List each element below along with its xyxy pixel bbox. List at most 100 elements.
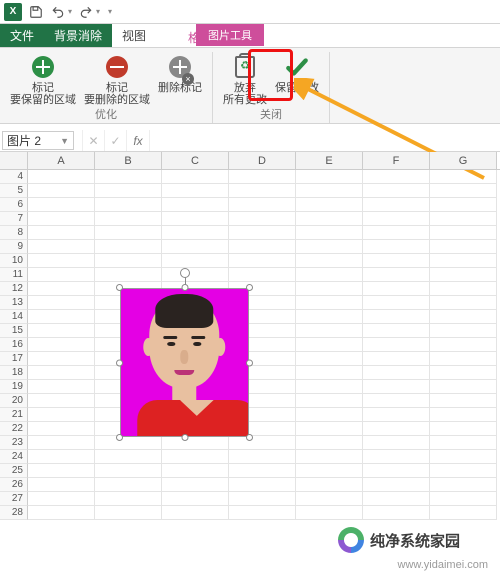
cell[interactable] [430,394,497,408]
cell[interactable] [229,506,296,520]
redo-dropdown-icon[interactable]: ▾ [96,7,100,16]
resize-handle-l[interactable] [116,359,123,366]
cell[interactable] [363,268,430,282]
cell[interactable] [363,282,430,296]
cell[interactable] [430,324,497,338]
cell[interactable] [28,198,95,212]
name-box[interactable]: 图片 2 ▼ [2,131,74,150]
cell[interactable] [363,296,430,310]
tab-format[interactable]: 格式 [178,26,222,46]
cell[interactable] [162,478,229,492]
fx-label[interactable]: fx [126,130,150,151]
undo-icon[interactable] [50,4,66,20]
cell[interactable] [296,310,363,324]
cell[interactable] [28,408,95,422]
cell[interactable] [296,254,363,268]
cell[interactable] [229,450,296,464]
row-header[interactable]: 16 [0,338,28,352]
cell[interactable] [28,380,95,394]
cell[interactable] [430,338,497,352]
cell[interactable] [296,352,363,366]
cell[interactable] [28,492,95,506]
cell[interactable] [162,184,229,198]
cell[interactable] [162,492,229,506]
cell[interactable] [430,492,497,506]
resize-handle-tl[interactable] [116,284,123,291]
cell[interactable] [363,408,430,422]
cell[interactable] [28,282,95,296]
cell[interactable] [296,408,363,422]
rotate-handle[interactable] [180,268,190,278]
cell[interactable] [430,184,497,198]
cell[interactable] [28,240,95,254]
cell[interactable] [430,170,497,184]
cell[interactable] [162,198,229,212]
select-all-corner[interactable] [0,152,28,169]
cell[interactable] [28,422,95,436]
cell[interactable] [296,184,363,198]
cell[interactable] [296,422,363,436]
cell[interactable] [28,254,95,268]
cell[interactable] [28,226,95,240]
discard-changes-button[interactable]: 放弃 所有更改 [219,52,271,106]
cell[interactable] [229,478,296,492]
cell[interactable] [363,366,430,380]
mark-remove-button[interactable]: 标记 要删除的区域 [80,52,154,106]
cell[interactable] [28,268,95,282]
cell[interactable] [95,240,162,254]
cell[interactable] [430,296,497,310]
cell[interactable] [95,478,162,492]
cell[interactable] [363,170,430,184]
cell[interactable] [363,240,430,254]
col-header-B[interactable]: B [95,152,162,169]
cell[interactable] [95,198,162,212]
cell[interactable] [162,506,229,520]
cell[interactable] [363,380,430,394]
col-header-E[interactable]: E [296,152,363,169]
cell[interactable] [296,394,363,408]
cell[interactable] [296,478,363,492]
cell[interactable] [28,366,95,380]
cell[interactable] [28,506,95,520]
cell[interactable] [430,450,497,464]
cell[interactable] [28,464,95,478]
col-header-A[interactable]: A [28,152,95,169]
cell[interactable] [28,352,95,366]
cell[interactable] [229,226,296,240]
cell[interactable] [363,352,430,366]
row-header[interactable]: 20 [0,394,28,408]
cell[interactable] [28,170,95,184]
row-header[interactable]: 23 [0,436,28,450]
cell[interactable] [363,184,430,198]
cell[interactable] [296,268,363,282]
cell[interactable] [296,436,363,450]
cell[interactable] [363,422,430,436]
cell[interactable] [296,240,363,254]
cell[interactable] [229,492,296,506]
row-header[interactable]: 21 [0,408,28,422]
worksheet-grid[interactable]: ABCDEFG 45678910111213141516171819202122… [0,152,500,520]
cell[interactable] [229,240,296,254]
cell[interactable] [229,198,296,212]
row-header[interactable]: 9 [0,240,28,254]
cell[interactable] [430,422,497,436]
cell[interactable] [430,380,497,394]
cell[interactable] [162,464,229,478]
cell[interactable] [296,464,363,478]
cell[interactable] [363,226,430,240]
cell[interactable] [95,506,162,520]
redo-icon[interactable] [78,4,94,20]
cell[interactable] [95,170,162,184]
cell[interactable] [363,212,430,226]
cell[interactable] [162,212,229,226]
cell[interactable] [296,296,363,310]
cell[interactable] [363,506,430,520]
cell[interactable] [430,198,497,212]
cell[interactable] [162,450,229,464]
row-header[interactable]: 17 [0,352,28,366]
cell[interactable] [296,212,363,226]
row-header[interactable]: 8 [0,226,28,240]
cell[interactable] [95,254,162,268]
cell[interactable] [162,254,229,268]
row-header[interactable]: 11 [0,268,28,282]
